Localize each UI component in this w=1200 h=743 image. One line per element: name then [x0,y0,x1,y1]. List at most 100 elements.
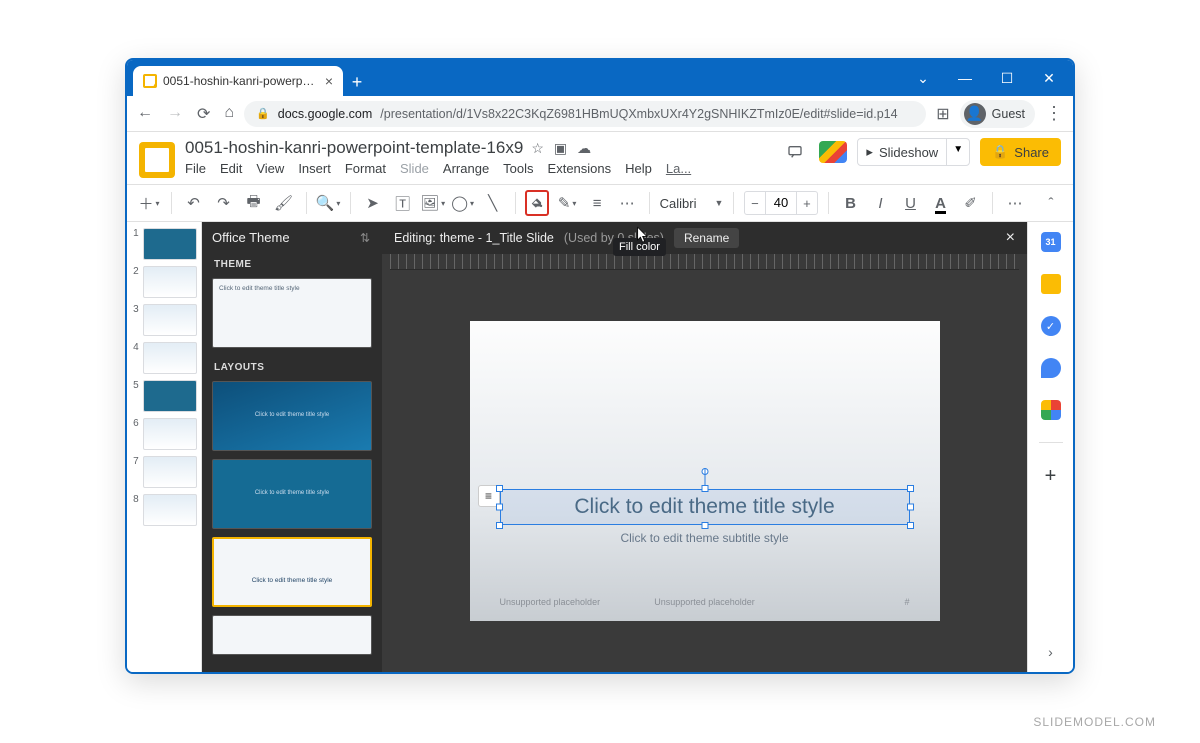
browser-menu-icon[interactable]: ⋮ [1045,103,1063,124]
keep-app-icon[interactable] [1041,274,1061,294]
nav-forward-icon[interactable]: → [167,104,183,124]
slide-thumb[interactable]: 8 [131,494,197,526]
slide-thumb[interactable]: 1 [131,228,197,260]
url-field[interactable]: 🔒 docs.google.com /presentation/d/1Vs8x2… [244,101,926,127]
title-placeholder-text: Click to edit theme title style [501,490,909,524]
slide-thumb[interactable]: 6 [131,418,197,450]
menu-arrange[interactable]: Arrange [443,161,489,176]
border-dash-button[interactable]: ⋯ [615,190,639,216]
menu-last-edit[interactable]: La... [666,161,691,176]
slide-thumb[interactable]: 4 [131,342,197,374]
layout-thumb-selected[interactable]: Click to edit theme title style [212,537,372,607]
shape-tool[interactable]: ◯ [451,190,475,216]
selection-handle[interactable] [907,485,914,492]
text-color-button[interactable]: A [928,190,952,216]
contacts-app-icon[interactable] [1041,358,1061,378]
title-placeholder-box[interactable]: Click to edit theme title style [500,489,910,525]
rename-button[interactable]: Rename [674,228,739,248]
horizontal-ruler[interactable] [390,254,1019,270]
slide-thumb[interactable]: 2 [131,266,197,298]
border-weight-button[interactable]: ≡ [585,190,609,216]
nav-reload-icon[interactable]: ⟳ [197,104,210,124]
nav-back-icon[interactable]: ← [137,104,153,124]
paint-format-button[interactable]: 🖌 [272,190,296,216]
line-tool[interactable]: ╲ [481,190,505,216]
new-tab-button[interactable]: + [343,68,371,96]
app-body: 1 2 3 4 5 6 7 8 Office Theme ⇅ THEME Cli… [127,222,1073,672]
selection-handle[interactable] [907,504,914,511]
bold-button[interactable]: B [838,190,862,216]
window-maximize-button[interactable]: ☐ [989,64,1025,92]
addons-plus-button[interactable]: + [1045,465,1057,488]
menu-file[interactable]: File [185,161,206,176]
border-color-button[interactable]: ✎ [555,190,579,216]
layout-thumb[interactable]: Click to edit theme title style [212,459,372,529]
more-tools-button[interactable]: ⋯ [1003,190,1027,216]
slide-thumb[interactable]: 7 [131,456,197,488]
font-size-decrease[interactable]: − [745,192,765,214]
underline-button[interactable]: U [898,190,922,216]
meet-icon[interactable] [819,138,847,166]
theme-sort-icon[interactable]: ⇅ [360,231,372,245]
highlight-button[interactable]: ✐ [958,190,982,216]
image-tool[interactable]: 🖼 [421,190,445,216]
font-name: Calibri [660,196,697,211]
print-button[interactable]: 🖶 [242,190,266,216]
undo-button[interactable]: ↶ [182,190,206,216]
italic-button[interactable]: I [868,190,892,216]
browser-tab-active[interactable]: 0051-hoshin-kanri-powerpoint-t × [133,66,343,96]
font-size-increase[interactable]: + [797,192,817,214]
new-slide-button[interactable]: ＋ [137,190,161,216]
menu-help[interactable]: Help [625,161,652,176]
selection-handle[interactable] [496,522,503,529]
window-caret-icon[interactable]: ⌄ [905,64,941,92]
nav-home-icon[interactable]: ⌂ [224,104,234,124]
tab-close-icon[interactable]: × [325,73,333,89]
selection-handle[interactable] [907,522,914,529]
theme-master-thumb[interactable]: Click to edit theme title style [212,278,372,348]
document-title[interactable]: 0051-hoshin-kanri-powerpoint-template-16… [185,138,523,158]
selection-handle[interactable] [701,522,708,529]
move-icon[interactable]: ▣ [554,140,567,157]
slideshow-dropdown[interactable]: ▼ [946,139,969,165]
redo-button[interactable]: ↷ [212,190,236,216]
menu-view[interactable]: View [256,161,284,176]
menu-extensions[interactable]: Extensions [548,161,612,176]
calendar-app-icon[interactable] [1041,232,1061,252]
star-icon[interactable]: ☆ [531,140,544,157]
selection-handle[interactable] [496,504,503,511]
comments-icon[interactable] [781,138,809,166]
slide-canvas[interactable]: ≡ Click to edit theme title style [470,321,940,621]
slideshow-button[interactable]: ▸ Slideshow [858,139,946,165]
select-tool[interactable]: ➤ [361,190,385,216]
cloud-status-icon[interactable]: ☁ [577,140,591,157]
menu-tools[interactable]: Tools [503,161,533,176]
selection-handle[interactable] [496,485,503,492]
textbox-tool[interactable]: 🅃 [391,190,415,216]
zoom-button[interactable]: 🔍 [316,190,340,216]
thumbnail-panel[interactable]: 1 2 3 4 5 6 7 8 [127,222,202,672]
tasks-app-icon[interactable] [1041,316,1061,336]
editor-close-button[interactable]: × [1006,229,1015,247]
layout-thumb[interactable] [212,615,372,655]
hide-side-panel-button[interactable]: › [1048,644,1053,660]
font-size-value[interactable]: 40 [765,192,797,214]
menu-edit[interactable]: Edit [220,161,242,176]
maps-app-icon[interactable] [1041,400,1061,420]
layout-thumb[interactable]: Click to edit theme title style [212,381,372,451]
fill-color-button[interactable] [525,190,549,216]
install-app-icon[interactable]: ⊞ [936,104,949,124]
window-minimize-button[interactable]: — [947,64,983,92]
slide-thumb[interactable]: 3 [131,304,197,336]
share-label: Share [1014,145,1049,160]
selection-handle[interactable] [701,485,708,492]
share-button[interactable]: 🔒 Share [980,138,1061,166]
slides-logo-icon[interactable] [139,142,175,178]
hide-menus-button[interactable]: ˆ [1039,190,1063,216]
slide-thumb[interactable]: 5 [131,380,197,412]
menu-format[interactable]: Format [345,161,386,176]
guest-chip[interactable]: 👤 Guest [960,100,1035,128]
menu-insert[interactable]: Insert [298,161,331,176]
font-select[interactable]: Calibri▼ [660,196,724,211]
window-close-button[interactable]: ✕ [1031,64,1067,92]
